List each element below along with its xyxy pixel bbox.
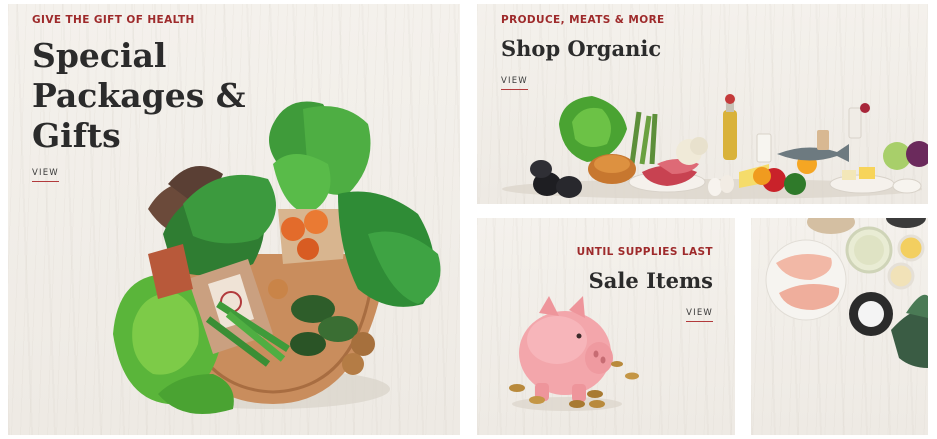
promo-tile-sale[interactable]: UNTIL SUPPLIES LAST Sale Items VIEW [477, 218, 735, 435]
vegetable-basket-image [113, 101, 441, 414]
promo-tile-gifts[interactable]: GIVE THE GIFT OF HEALTH Special Packages… [8, 4, 460, 435]
piggy-bank-image [509, 296, 639, 411]
promo-tile-chicken[interactable] [751, 218, 928, 435]
chicken-ingredients-image [765, 218, 928, 368]
promo-tile-organic[interactable]: PRODUCE, MEATS & MORE Shop Organic VIEW [477, 4, 928, 204]
organic-groceries-image [502, 94, 928, 199]
